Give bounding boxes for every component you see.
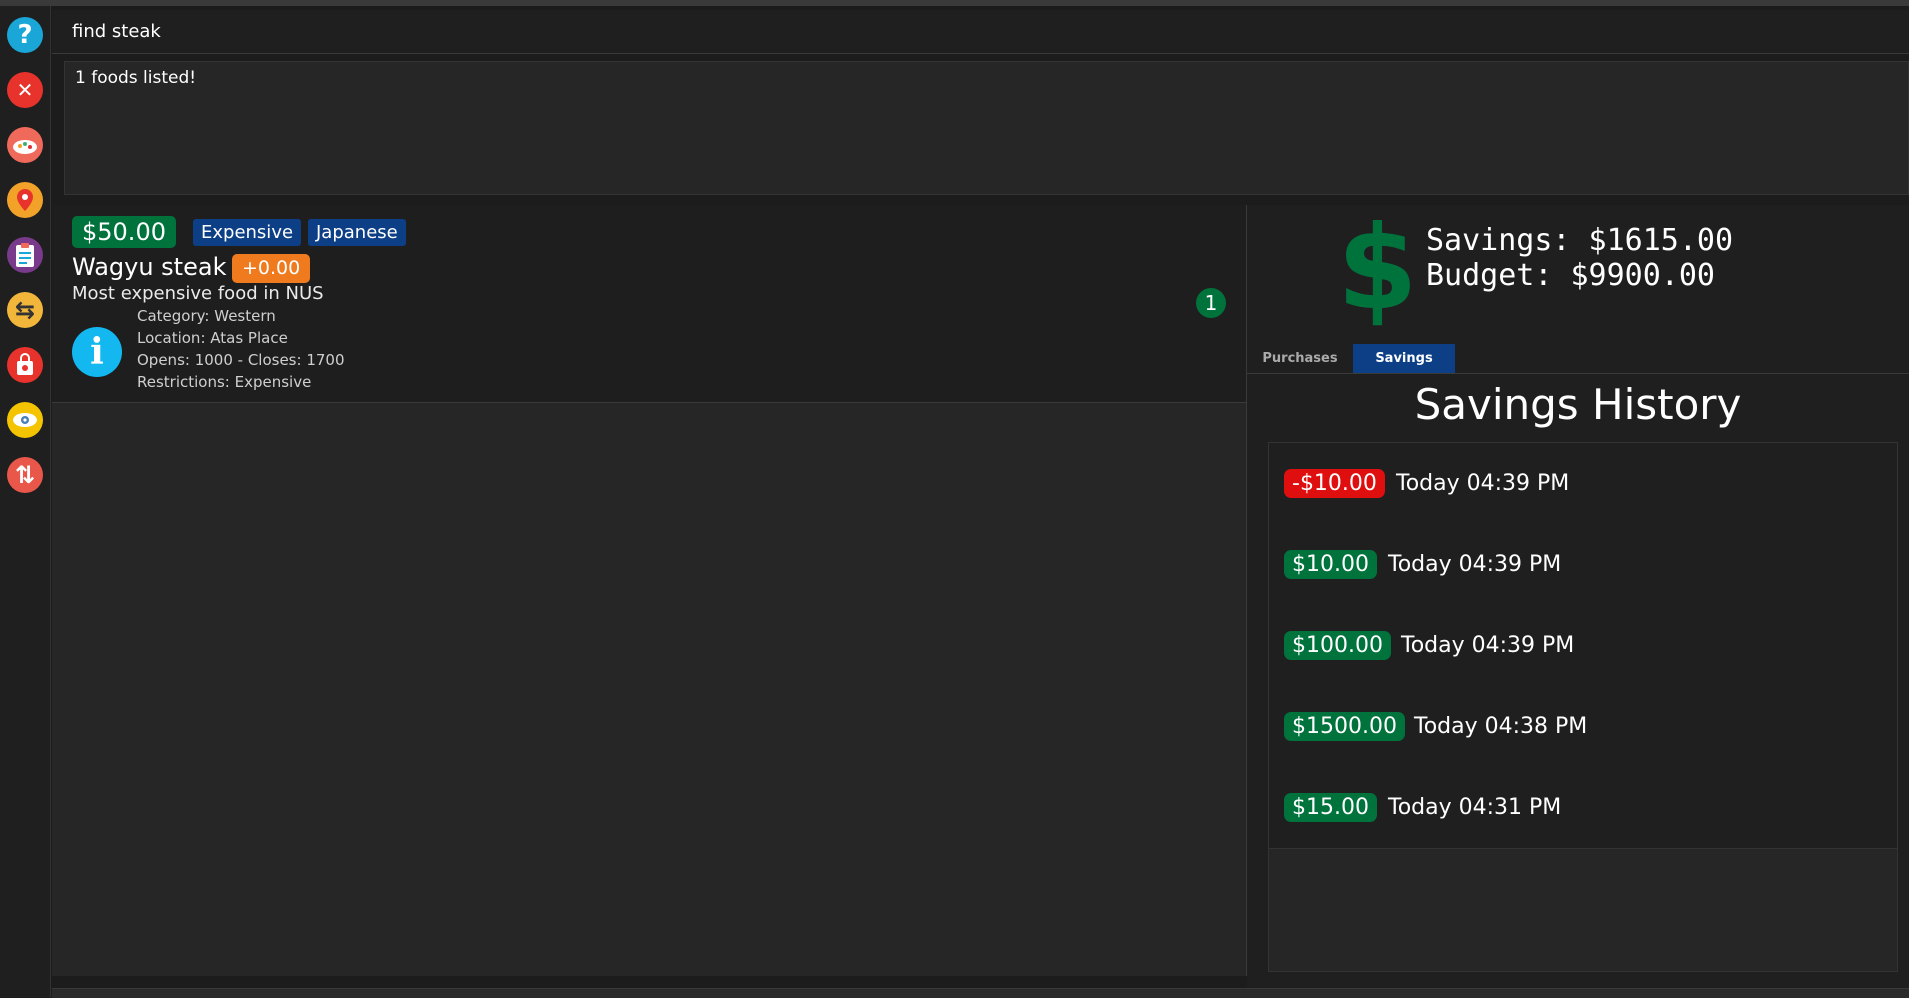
- close-icon[interactable]: ✕: [7, 72, 43, 108]
- history-time: Today 04:39 PM: [1396, 471, 1570, 496]
- tag-expensive: Expensive: [193, 219, 302, 246]
- info-icon: i: [72, 327, 122, 377]
- sidebar: ? ✕ ⇆ ⇅: [0, 6, 51, 997]
- food-card[interactable]: $50.00 Expensive Japanese Wagyu steak +0…: [52, 205, 1246, 403]
- food-description: Most expensive food in NUS: [72, 283, 324, 304]
- history-time: Today 04:39 PM: [1401, 633, 1575, 658]
- shopping-bag-icon[interactable]: [7, 347, 43, 383]
- amount-badge: -$10.00: [1284, 469, 1385, 498]
- food-category: Category: Western: [137, 307, 276, 325]
- index-badge: 1: [1196, 288, 1226, 318]
- price-modifier-tag: +0.00: [232, 254, 311, 283]
- food-name: Wagyu steak: [72, 253, 227, 281]
- history-time: Today 04:31 PM: [1388, 795, 1562, 820]
- history-list[interactable]: -$10.00 Today 04:39 PM $10.00 Today 04:3…: [1268, 442, 1898, 972]
- history-title: Savings History: [1414, 380, 1742, 429]
- price-tag: $50.00: [72, 216, 176, 248]
- tag-japanese: Japanese: [308, 219, 406, 246]
- food-restrictions: Restrictions: Expensive: [137, 373, 312, 391]
- command-input[interactable]: [72, 18, 1872, 44]
- budget-total: Budget: $9900.00: [1426, 258, 1715, 293]
- dish-icon[interactable]: [7, 127, 43, 163]
- history-time: Today 04:38 PM: [1414, 714, 1588, 739]
- location-pin-icon[interactable]: [7, 182, 43, 218]
- tab-savings[interactable]: Savings: [1353, 344, 1455, 373]
- amount-badge: $100.00: [1284, 631, 1391, 660]
- dollar-icon: $: [1337, 201, 1418, 336]
- savings-total: Savings: $1615.00: [1426, 223, 1734, 258]
- result-message: 1 foods listed!: [75, 68, 197, 88]
- tab-purchases[interactable]: Purchases: [1247, 344, 1353, 373]
- amount-badge: $15.00: [1284, 793, 1377, 822]
- eye-icon[interactable]: [7, 402, 43, 438]
- history-row[interactable]: $10.00 Today 04:39 PM: [1269, 524, 1897, 606]
- savings-panel: $ Savings: $1615.00 Budget: $9900.00 Pur…: [1247, 205, 1909, 989]
- sort-icon[interactable]: ⇅: [7, 457, 43, 493]
- tab-bar: Purchases Savings: [1247, 344, 1909, 374]
- food-location: Location: Atas Place: [137, 329, 288, 347]
- history-row[interactable]: $100.00 Today 04:39 PM: [1269, 605, 1897, 687]
- history-row[interactable]: -$10.00 Today 04:39 PM: [1269, 443, 1897, 525]
- food-list-panel[interactable]: $50.00 Expensive Japanese Wagyu steak +0…: [52, 205, 1247, 976]
- clipboard-icon[interactable]: [7, 237, 43, 273]
- help-icon[interactable]: ?: [7, 17, 43, 53]
- result-display: 1 foods listed!: [64, 61, 1909, 195]
- history-time: Today 04:39 PM: [1388, 552, 1562, 577]
- history-row[interactable]: $1500.00 Today 04:38 PM: [1269, 686, 1897, 768]
- swap-icon[interactable]: ⇆: [7, 292, 43, 328]
- food-hours: Opens: 1000 - Closes: 1700: [137, 351, 345, 369]
- amount-badge: $1500.00: [1284, 712, 1405, 741]
- command-bar: [52, 10, 1909, 54]
- window-top-border: [0, 0, 1909, 6]
- history-row[interactable]: $15.00 Today 04:31 PM: [1269, 767, 1897, 849]
- amount-badge: $10.00: [1284, 550, 1377, 579]
